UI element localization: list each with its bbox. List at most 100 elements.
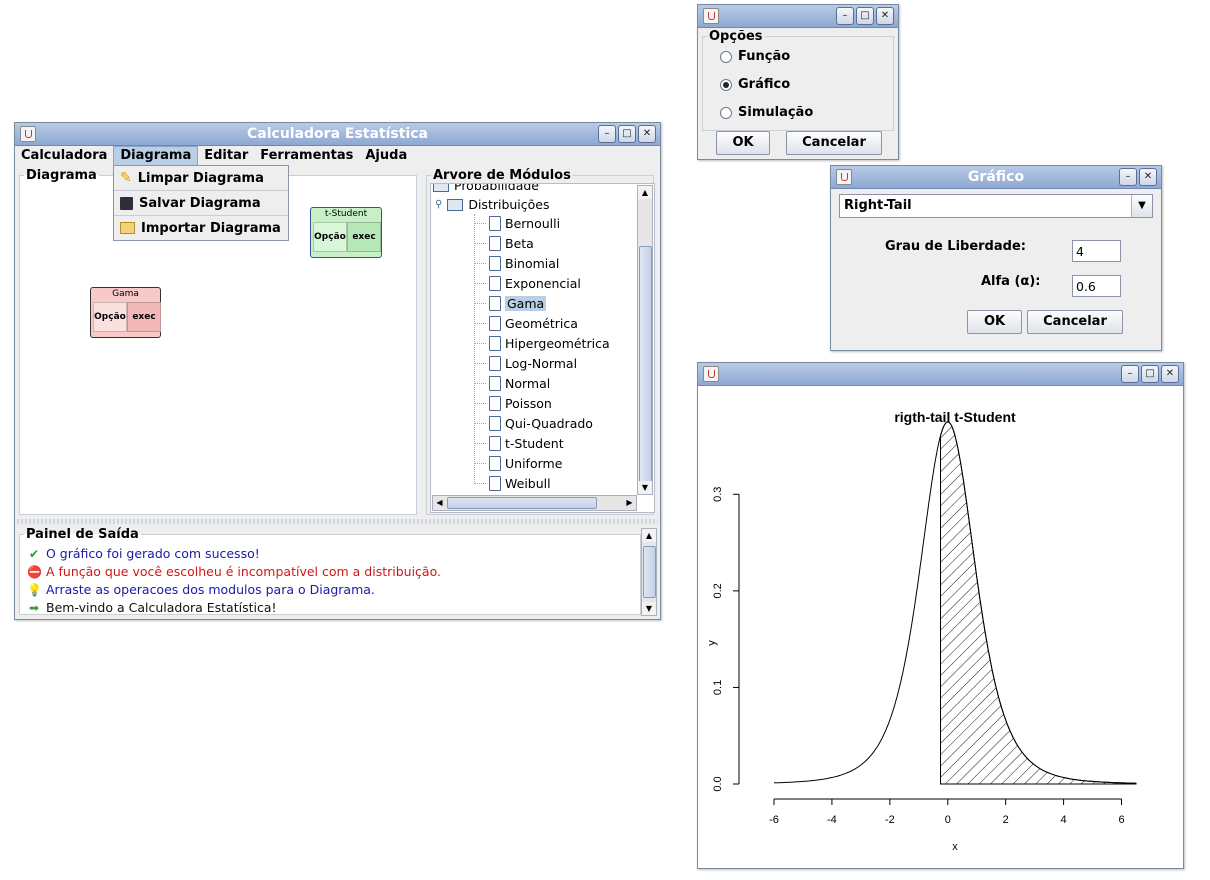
minimize-icon[interactable]: –	[1121, 365, 1139, 383]
ok-button[interactable]: OK	[967, 310, 1022, 334]
ok-button[interactable]: OK	[716, 131, 770, 155]
tree-horizontal-scrollbar[interactable]: ◀ ▶	[432, 495, 637, 511]
option-button[interactable]: Opção	[93, 302, 127, 332]
cancel-button[interactable]: Cancelar	[786, 131, 882, 155]
file-icon	[489, 475, 501, 491]
scroll-down-icon[interactable]: ▼	[638, 481, 652, 494]
menu-ferramentas[interactable]: Ferramentas	[254, 146, 359, 166]
tree-item[interactable]: Normal	[474, 374, 550, 392]
radio-selected-icon	[720, 78, 732, 91]
error-icon: ⛔	[27, 564, 42, 579]
menu-calculadora[interactable]: Calculadora	[15, 146, 113, 166]
tree-connector	[474, 303, 486, 304]
exec-button[interactable]: exec	[127, 302, 161, 332]
node-gama[interactable]: Gama Opção exec	[90, 287, 161, 338]
radio-grafico[interactable]: Gráfico	[720, 77, 790, 92]
minimize-icon[interactable]: –	[836, 7, 854, 25]
tree-item[interactable]: Bernoulli	[474, 214, 560, 232]
maximize-icon[interactable]: □	[856, 7, 874, 25]
minimize-icon[interactable]: –	[1119, 168, 1137, 186]
maximize-icon[interactable]: □	[1141, 365, 1159, 383]
radio-funcao[interactable]: Função	[720, 49, 790, 64]
tree-connector	[474, 423, 486, 424]
menu-ajuda[interactable]: Ajuda	[359, 146, 413, 166]
tree-item-label: t-Student	[505, 435, 564, 451]
file-icon	[489, 375, 501, 391]
option-button[interactable]: Opção	[313, 222, 347, 252]
close-icon[interactable]: ✕	[876, 7, 894, 25]
close-icon[interactable]: ✕	[1139, 168, 1157, 186]
grau-field[interactable]: 4	[1072, 240, 1121, 262]
tree-item-label: Qui-Quadrado	[505, 415, 593, 431]
close-icon[interactable]: ✕	[1161, 365, 1179, 383]
alfa-field[interactable]: 0.6	[1072, 275, 1121, 297]
diagram-panel-label: Diagrama	[26, 168, 97, 183]
cancel-button[interactable]: Cancelar	[1027, 310, 1123, 334]
scroll-up-icon[interactable]: ▲	[642, 529, 656, 542]
output-message: ⛔ A função que você escolheu é incompatív…	[27, 564, 441, 579]
scroll-thumb[interactable]	[639, 246, 652, 488]
tree-item[interactable]: Weibull	[474, 474, 551, 492]
scroll-up-icon[interactable]: ▲	[638, 186, 652, 199]
menu-diagrama[interactable]: Diagrama	[113, 146, 199, 166]
menu-item-importar-diagrama[interactable]: Importar Diagrama	[114, 215, 288, 240]
tree-vertical-scrollbar[interactable]: ▲ ▼	[637, 185, 653, 495]
tree-item[interactable]: t-Student	[474, 434, 564, 452]
x-tick-label: 2	[1003, 814, 1009, 826]
tree-item-label: Log-Normal	[505, 355, 578, 371]
tree-item-label: Exponencial	[505, 275, 581, 291]
folder-icon	[120, 222, 135, 234]
scroll-left-icon[interactable]: ◀	[433, 496, 446, 510]
output-vertical-scrollbar[interactable]: ▲ ▼	[641, 528, 657, 616]
broom-icon: ✎	[120, 170, 132, 186]
tree-item[interactable]: Exponencial	[474, 274, 581, 292]
node-t-student[interactable]: t-Student Opção exec	[310, 207, 382, 258]
scroll-thumb[interactable]	[643, 546, 656, 598]
node-title: t-Student	[324, 209, 368, 219]
output-panel-label: Painel de Saída	[26, 527, 139, 542]
main-titlebar[interactable]: Calculadora Estatística – □ ✕	[15, 123, 660, 146]
tree-item[interactable]: Hipergeométrica	[474, 334, 610, 352]
tree-expand-icon[interactable]: ⚲	[435, 199, 442, 210]
tree-item[interactable]: Beta	[474, 234, 534, 252]
menu-item-limpar-diagrama[interactable]: ✎ Limpar Diagrama	[114, 166, 288, 190]
scroll-right-icon[interactable]: ▶	[623, 496, 636, 510]
tree-connector	[474, 214, 475, 482]
arrow-right-icon: ➡	[28, 600, 40, 615]
tree-item-label: Hipergeométrica	[505, 335, 610, 351]
tree-folder[interactable]: ⚲ Distribuições	[435, 197, 550, 212]
tail-combobox[interactable]: Right-Tail ▼	[839, 194, 1153, 218]
menu-item-label: Salvar Diagrama	[139, 195, 261, 211]
minimize-icon[interactable]: –	[598, 125, 616, 143]
folder-icon	[433, 184, 449, 192]
x-axis-label: x	[952, 841, 958, 853]
grau-label: Grau de Liberdade:	[885, 239, 1026, 254]
maximize-icon[interactable]: □	[618, 125, 636, 143]
tree-item[interactable]: Uniforme	[474, 454, 562, 472]
tree-item[interactable]: Gama	[474, 294, 547, 312]
tree-item[interactable]: Geométrica	[474, 314, 578, 332]
tree-item[interactable]: Qui-Quadrado	[474, 414, 593, 432]
menu-editar[interactable]: Editar	[198, 146, 254, 166]
options-titlebar[interactable]: – □ ✕	[698, 5, 898, 28]
tree-parent[interactable]: Probabilidade	[433, 184, 539, 193]
options-dialog: – □ ✕ Opções Função Gráfico Simulação OK…	[697, 4, 899, 160]
plot-titlebar[interactable]: – □ ✕	[698, 363, 1183, 386]
tree-connector	[474, 223, 486, 224]
radio-simulacao[interactable]: Simulação	[720, 105, 813, 120]
split-divider[interactable]	[17, 519, 658, 524]
chevron-down-icon[interactable]: ▼	[1131, 195, 1152, 217]
exec-button[interactable]: exec	[347, 222, 381, 252]
menu-item-salvar-diagrama[interactable]: Salvar Diagrama	[114, 190, 288, 215]
diagrama-dropdown-menu: ✎ Limpar Diagrama Salvar Diagrama Import…	[113, 165, 289, 241]
tree-item[interactable]: Log-Normal	[474, 354, 578, 372]
close-icon[interactable]: ✕	[638, 125, 656, 143]
grafico-titlebar[interactable]: Gráfico – ✕	[831, 166, 1161, 189]
tree-item[interactable]: Binomial	[474, 254, 559, 272]
tree-folder-label: Distribuições	[468, 197, 550, 212]
tree-connector	[474, 443, 486, 444]
tree-item[interactable]: Poisson	[474, 394, 552, 412]
hscroll-thumb[interactable]	[447, 497, 597, 509]
scroll-down-icon[interactable]: ▼	[642, 602, 656, 615]
tree-connector	[474, 343, 486, 344]
